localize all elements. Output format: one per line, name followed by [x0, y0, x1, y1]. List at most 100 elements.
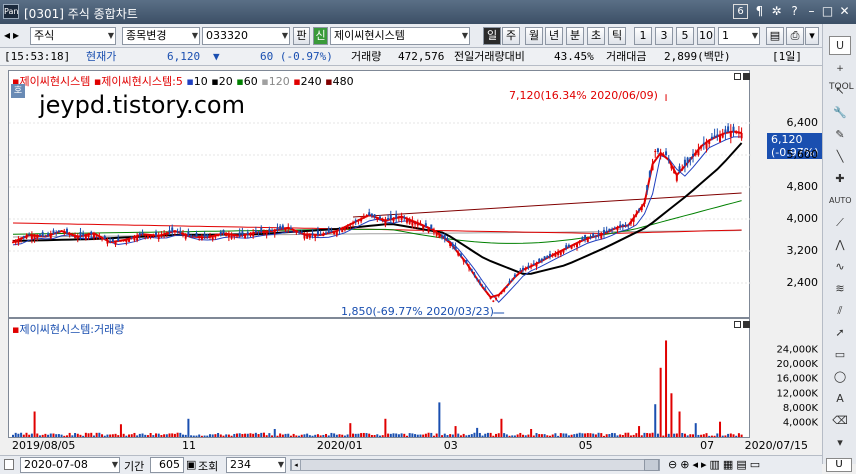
- code-input[interactable]: 033320: [202, 27, 290, 45]
- date-tick-label: 2020/07/15: [745, 439, 808, 452]
- bottom-bar: 2020-07-08 기간 605 ▣ 조회 234 ◂ ⊖⊕◂▸▥▦▤▭: [0, 455, 822, 474]
- scrollbar-thumb[interactable]: [644, 459, 659, 471]
- price-tick-label: 6,400: [787, 116, 819, 129]
- ellipse-tool-icon[interactable]: ◯: [829, 368, 851, 387]
- label-current-price: 현재가: [86, 50, 117, 63]
- trading-amount: 2,899(백만): [664, 50, 731, 63]
- interval-10[interactable]: 10: [697, 27, 715, 45]
- volume-tick-label: 16,000K: [776, 374, 818, 385]
- period-second[interactable]: 초: [587, 27, 605, 45]
- volume-tick-label: 24,000K: [776, 345, 818, 356]
- save-icon[interactable]: ▤: [766, 27, 784, 45]
- line-tool-icon[interactable]: ╲: [829, 148, 851, 167]
- arrow-tool-icon[interactable]: ➚: [829, 324, 851, 343]
- period-month[interactable]: 월: [525, 27, 543, 45]
- text-tool-icon[interactable]: A: [829, 390, 851, 409]
- search-button[interactable]: 판: [293, 27, 310, 45]
- layout-icon[interactable]: ▥: [710, 458, 723, 471]
- cross-tool-icon[interactable]: ✚: [829, 170, 851, 189]
- options-icon[interactable]: ▾: [805, 27, 819, 45]
- interval-input[interactable]: 1: [718, 27, 760, 45]
- title-bar: Pan [0301] 주식 종합차트 6 ¶ ✲ ? – □ ✕: [0, 0, 856, 24]
- maximize-icon[interactable]: □: [820, 4, 835, 19]
- app-logo: Pan: [3, 4, 19, 19]
- help-icon[interactable]: ?: [787, 4, 802, 19]
- date-tick-label: 11: [182, 439, 196, 452]
- rectangle-tool-icon[interactable]: ▭: [829, 346, 851, 365]
- interval-5[interactable]: 5: [676, 27, 694, 45]
- volume-value: 472,576: [398, 50, 445, 63]
- eraser-icon[interactable]: ⌫: [829, 412, 851, 431]
- channel-icon[interactable]: ⫽: [829, 302, 851, 321]
- price-axis-labels: 2,400 3,200 4,000 4,800 5,600 6,400: [787, 116, 819, 289]
- market-select[interactable]: 주식: [30, 27, 116, 45]
- scrollbar-track[interactable]: ◂: [290, 459, 660, 471]
- date-tick-label: 2020/01: [317, 439, 363, 452]
- view-checkbox-icon[interactable]: ▣: [186, 458, 196, 471]
- tool-menu-icon[interactable]: + TOOL: [829, 60, 854, 92]
- reset-icon[interactable]: ▤: [736, 458, 749, 471]
- stock-name-select[interactable]: 제이씨현시스템: [330, 27, 470, 45]
- zoom-in-icon[interactable]: ⊕: [680, 458, 692, 471]
- volume-axis-labels: 4,000K 8,000K 12,000K 16,000K 20,000K 24,000K: [776, 345, 818, 429]
- wrench-icon[interactable]: 🔧: [829, 104, 851, 123]
- period-input[interactable]: 605: [150, 457, 184, 473]
- period-day[interactable]: 일: [483, 27, 501, 45]
- price-tick-label: 4,800: [787, 180, 819, 193]
- current-price: 6,120: [167, 50, 201, 63]
- window-number[interactable]: 6: [733, 4, 748, 19]
- scroll-last-icon[interactable]: ▸: [701, 458, 710, 471]
- settings-icon[interactable]: ✲: [769, 4, 784, 19]
- view-count-input[interactable]: 234: [226, 457, 286, 473]
- change-item-select[interactable]: 종목변경: [122, 27, 200, 45]
- prev-volume-ratio: 43.45%: [554, 50, 594, 63]
- prev-arrow-icon[interactable]: ◂: [4, 28, 10, 42]
- undo-icon[interactable]: U: [829, 36, 851, 55]
- interval-3[interactable]: 3: [655, 27, 673, 45]
- window-code: [0301]: [24, 7, 64, 21]
- pin-icon[interactable]: ¶: [752, 4, 767, 19]
- credit-badge: 신: [313, 27, 328, 45]
- print-icon[interactable]: ⎙: [786, 27, 804, 45]
- date-tick-label: 03: [444, 439, 458, 452]
- price-tick-label: 5,600: [787, 148, 819, 161]
- wave-icon[interactable]: ∿: [829, 258, 851, 277]
- window-title: [0301] 주식 종합차트: [24, 5, 138, 22]
- period-week[interactable]: 주: [502, 27, 520, 45]
- period-year[interactable]: 년: [545, 27, 563, 45]
- quote-info-bar: [15:53:18] 현재가 6,120 ▼ 60 (-0.97%) 거래량 4…: [0, 48, 822, 66]
- pencil-icon[interactable]: ✎: [829, 126, 851, 145]
- zoom-out-icon[interactable]: ⊖: [668, 458, 680, 471]
- label-volume: 거래량: [351, 50, 382, 63]
- close-icon[interactable]: ✕: [837, 4, 852, 19]
- interval-1[interactable]: 1: [634, 27, 652, 45]
- undo-bottom-icon[interactable]: U: [826, 458, 852, 472]
- main-toolbar: ◂ ▸ 주식 종목변경 033320 판 신 제이씨현시스템 일 주 월 년 분…: [0, 24, 822, 48]
- scroll-down-icon[interactable]: ▾: [829, 434, 851, 453]
- period-tick[interactable]: 틱: [608, 27, 626, 45]
- date-input[interactable]: 2020-07-08: [20, 457, 120, 473]
- price-tick-label: 3,200: [787, 244, 819, 257]
- scroll-left-icon[interactable]: ◂: [291, 459, 301, 471]
- minimize-icon[interactable]: –: [804, 4, 819, 19]
- calendar-toggle-icon[interactable]: [4, 459, 14, 470]
- volume-tick-label: 20,000K: [776, 359, 818, 370]
- window-title-text: 주식 종합차트: [67, 7, 138, 21]
- grid-icon[interactable]: ▦: [723, 458, 736, 471]
- next-arrow-icon[interactable]: ▸: [13, 28, 19, 42]
- period-minute[interactable]: 분: [566, 27, 584, 45]
- zigzag-icon[interactable]: ⋀: [829, 236, 851, 255]
- price-change: 60 (-0.97%): [260, 50, 333, 63]
- scroll-first-icon[interactable]: ◂: [692, 458, 701, 471]
- zoom-controls: ⊖⊕◂▸▥▦▤▭: [668, 458, 763, 471]
- volume-tick-label: 8,000K: [783, 403, 819, 414]
- cursor-icon[interactable]: ↖: [829, 82, 851, 101]
- fit-icon[interactable]: ▭: [750, 458, 763, 471]
- volume-tick-label: 4,000K: [783, 417, 819, 428]
- price-tick-label: 2,400: [787, 276, 819, 289]
- auto-icon[interactable]: AUTO: [829, 192, 852, 211]
- period-indicator: [1일]: [772, 50, 802, 63]
- fibonacci-icon[interactable]: ≋: [829, 280, 851, 299]
- trend-icon[interactable]: ⟋: [829, 214, 851, 233]
- volume-tick-label: 12,000K: [776, 388, 818, 399]
